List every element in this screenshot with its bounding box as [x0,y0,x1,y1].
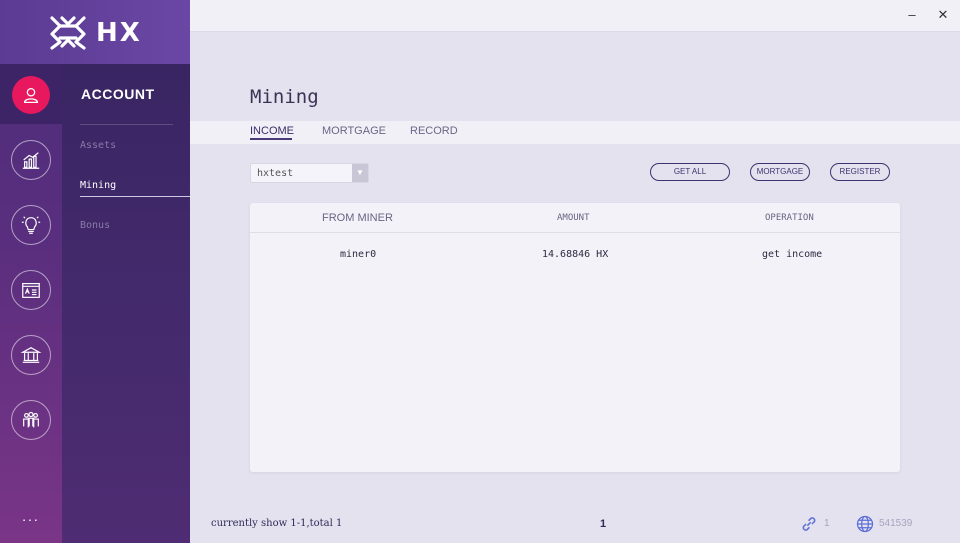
subnav-title: ACCOUNT [81,86,155,102]
close-button[interactable]: ✕ [936,8,950,22]
account-select[interactable]: hxtest ▼ [250,163,369,183]
chart-icon [22,152,40,169]
brand-name: HX [96,18,142,48]
account-select-value: hxtest [257,168,294,179]
register-button[interactable]: REGISTER [830,163,890,181]
rail-more-button[interactable]: ... [0,508,62,524]
hx-logo-icon [50,16,86,50]
rail-account-button[interactable] [12,76,50,114]
column-header-amount: AMOUNT [557,213,590,223]
minimize-button[interactable]: – [905,8,919,22]
rail-idea-button[interactable] [11,205,51,245]
block-height: 541539 [879,518,913,529]
tab-mortgage[interactable]: MORTGAGE [322,125,386,137]
chevron-down-icon[interactable]: ▼ [352,164,368,182]
connection-count: 1 [824,518,830,529]
globe-icon [856,515,874,533]
cell-from-miner: miner0 [340,249,377,260]
pagination-page-1[interactable]: 1 [600,518,606,530]
brand-header: HX [0,0,190,64]
tab-income[interactable]: INCOME [250,125,294,137]
rail-profile-button[interactable] [11,270,51,310]
rail-bank-button[interactable] [11,335,51,375]
cell-amount: 14.68846 HX [542,249,609,260]
subnav-item-assets[interactable]: Assets [80,140,116,151]
column-header-operation: OPERATION [765,213,814,223]
get-all-button[interactable]: GET ALL [650,163,730,181]
subnav-item-bonus[interactable]: Bonus [80,220,110,231]
rail-chart-button[interactable] [11,140,51,180]
subnav-active-underline [80,196,190,197]
people-icon [23,411,39,428]
table-header: FROM MINER AMOUNT OPERATION [250,203,900,233]
bank-icon [20,346,42,363]
account-subnav: ACCOUNT Assets Mining Bonus [62,64,190,543]
cell-operation[interactable]: get income [762,249,822,260]
bulb-icon [21,216,41,234]
id-card-icon [22,282,40,298]
page-title: Mining [250,86,319,108]
mortgage-button[interactable]: MORTGAGE [750,163,810,181]
subnav-divider [80,124,173,125]
rail-community-button[interactable] [11,400,51,440]
column-header-from-miner: FROM MINER [322,212,393,224]
tab-record[interactable]: RECORD [410,125,458,137]
subnav-item-mining[interactable]: Mining [80,180,116,191]
link-icon [802,517,816,531]
window-titlebar: – ✕ [190,0,960,32]
income-table: FROM MINER AMOUNT OPERATION miner0 14.68… [250,203,900,472]
pagination-summary: currently show 1-1,total 1 [211,518,343,529]
tab-active-underline [250,138,292,140]
user-icon [23,87,39,103]
tabs-bar [190,121,960,144]
